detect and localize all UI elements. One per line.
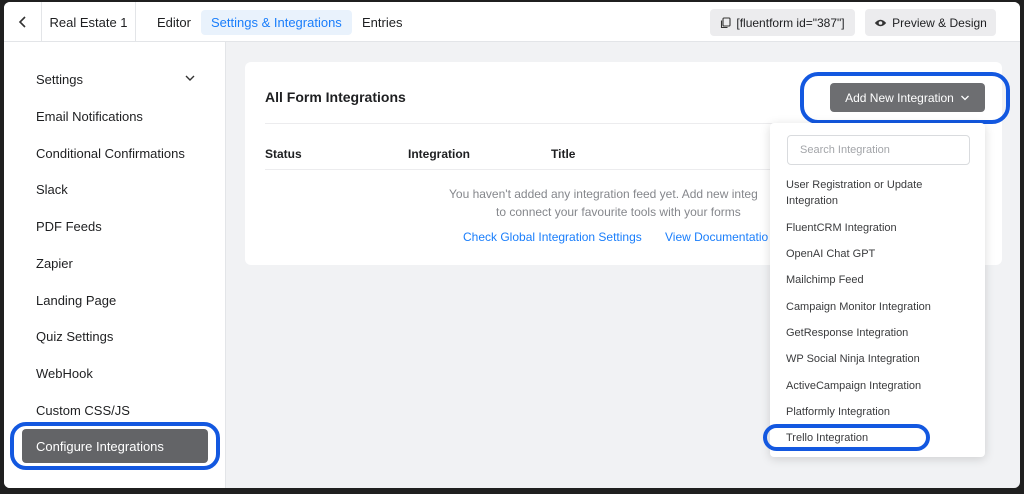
column-header-integration: Integration <box>408 147 470 161</box>
dropdown-item-platformly[interactable]: Platformly Integration <box>786 404 976 420</box>
sidebar-item-zapier[interactable]: Zapier <box>22 246 208 280</box>
sidebar-item-label: Settings <box>36 71 83 87</box>
empty-state-text: to connect your favourite tools with you… <box>496 205 741 219</box>
app-window: Real Estate 1 Editor Settings & Integrat… <box>4 2 1020 488</box>
tab-entries[interactable]: Entries <box>352 10 412 35</box>
dropdown-item-mailchimp[interactable]: Mailchimp Feed <box>786 272 976 288</box>
tab-settings-integrations[interactable]: Settings & Integrations <box>201 10 352 35</box>
tab-editor[interactable]: Editor <box>147 10 201 35</box>
sidebar-item-webhook[interactable]: WebHook <box>22 356 208 390</box>
highlight-ring-add-button <box>800 72 1010 124</box>
dropdown-item-label: Integration <box>786 195 838 207</box>
column-header-status: Status <box>265 147 302 161</box>
empty-state-text: You haven't added any integration feed y… <box>449 187 758 201</box>
dropdown-item-openai[interactable]: OpenAI Chat GPT <box>786 246 976 262</box>
column-header-title: Title <box>551 147 576 161</box>
sidebar-item-landing-page[interactable]: Landing Page <box>22 283 208 317</box>
shortcode-copy-button[interactable]: [fluentform id="387"] <box>710 9 855 36</box>
highlight-ring-trello <box>763 424 930 451</box>
dropdown-item-user-registration[interactable]: User Registration or Update Integration <box>786 177 976 209</box>
preview-label: Preview & Design <box>892 15 987 30</box>
dropdown-item-campaign-monitor[interactable]: Campaign Monitor Integration <box>786 299 976 315</box>
shortcode-label: [fluentform id="387"] <box>736 15 845 30</box>
page-title: All Form Integrations <box>265 89 406 105</box>
global-integration-settings-link[interactable]: Check Global Integration Settings <box>463 230 642 244</box>
dropdown-item-getresponse[interactable]: GetResponse Integration <box>786 325 976 341</box>
sidebar-item-slack[interactable]: Slack <box>22 172 208 206</box>
form-name: Real Estate 1 <box>42 2 136 42</box>
copy-icon <box>721 16 731 28</box>
view-documentation-link[interactable]: View Documentatio <box>665 230 768 244</box>
top-bar: Real Estate 1 Editor Settings & Integrat… <box>4 2 1020 42</box>
eye-icon <box>874 19 887 26</box>
sidebar-item-pdf-feeds[interactable]: PDF Feeds <box>22 209 208 243</box>
dropdown-item-activecampaign[interactable]: ActiveCampaign Integration <box>786 378 976 394</box>
dropdown-item-label: User Registration or Update <box>786 179 923 191</box>
search-integration-input[interactable] <box>787 135 970 165</box>
highlight-ring-sidebar <box>10 422 220 470</box>
dropdown-item-wp-social-ninja[interactable]: WP Social Ninja Integration <box>786 351 976 367</box>
integration-dropdown: User Registration or Update Integration … <box>770 123 985 457</box>
preview-design-button[interactable]: Preview & Design <box>865 9 996 36</box>
sidebar-item-quiz-settings[interactable]: Quiz Settings <box>22 319 208 353</box>
chevron-down-icon <box>185 75 195 81</box>
sidebar-item-settings[interactable]: Settings <box>22 62 208 96</box>
back-button[interactable] <box>4 2 42 42</box>
chevron-left-icon <box>18 16 26 28</box>
sidebar-item-email-notifications[interactable]: Email Notifications <box>22 99 208 133</box>
dropdown-item-fluentcrm[interactable]: FluentCRM Integration <box>786 220 976 236</box>
sidebar-item-conditional-confirmations[interactable]: Conditional Confirmations <box>22 136 208 170</box>
